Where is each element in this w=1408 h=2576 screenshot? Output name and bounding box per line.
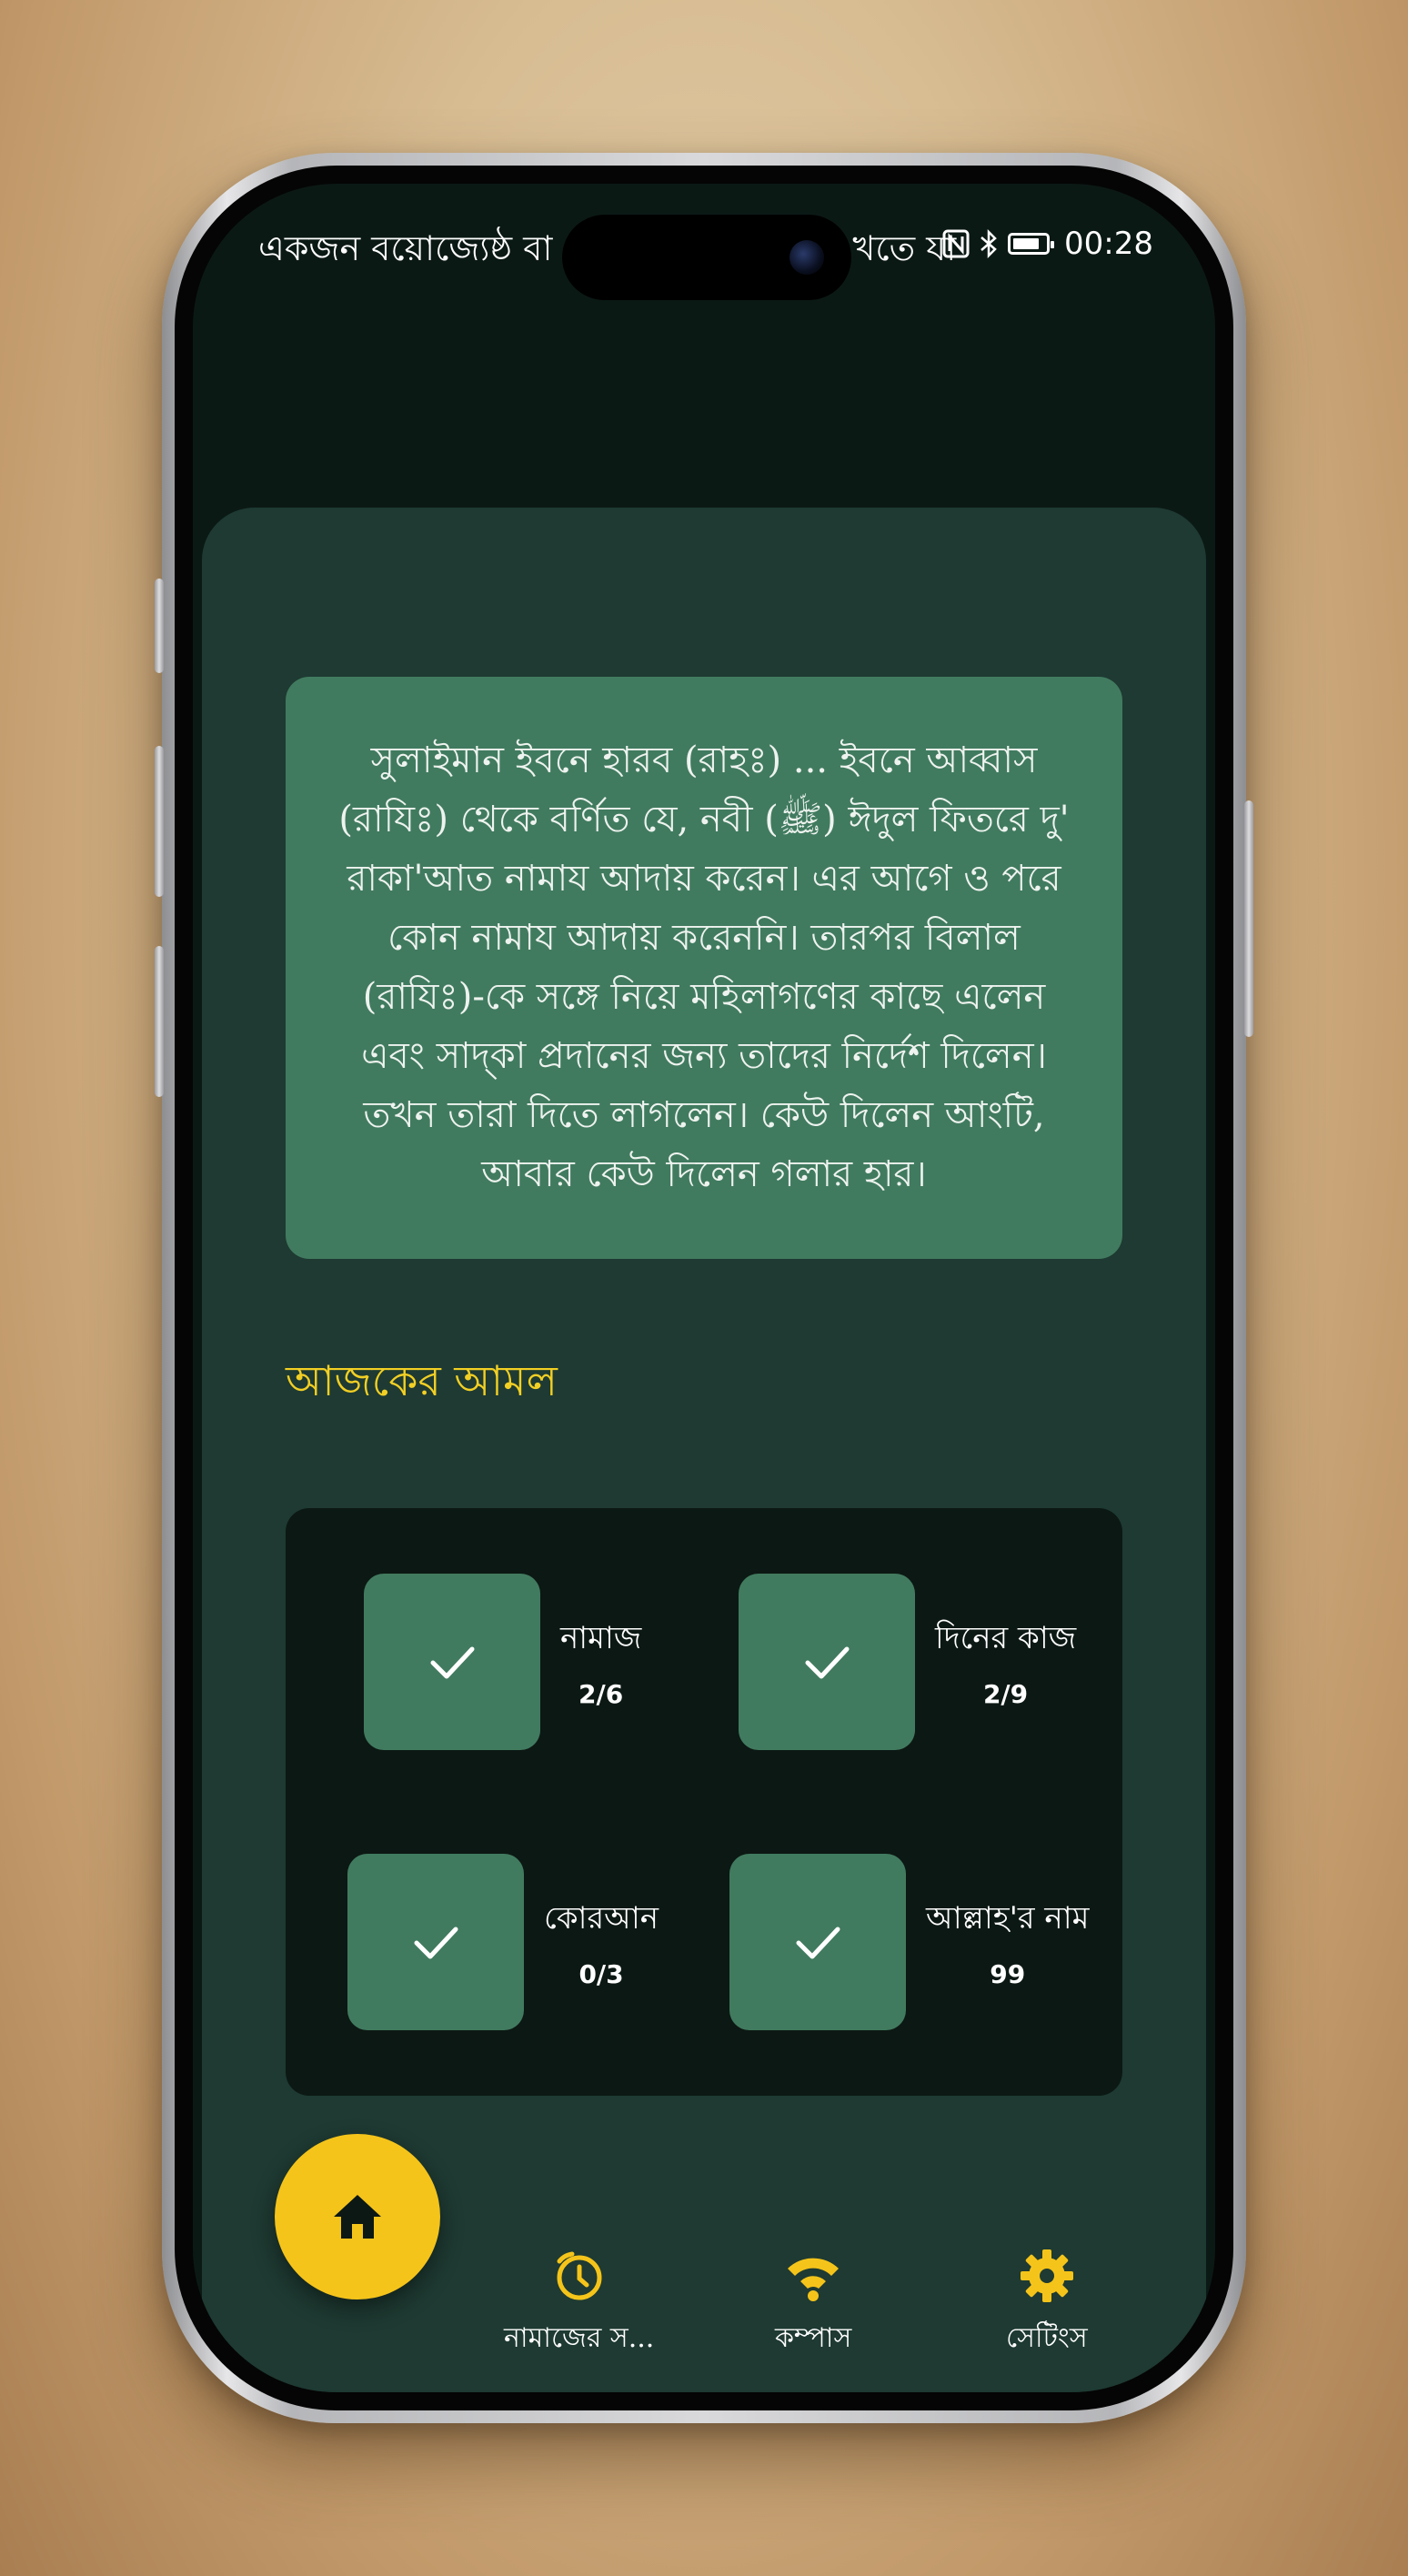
amal-text: দিনের কাজ 2/9 [935,1615,1076,1709]
check-icon [414,1927,458,1959]
gear-icon [1018,2247,1076,2305]
volume-up-button [155,746,164,897]
check-icon [796,1927,840,1959]
todays-amal-panel: নামাজ 2/6 দিনের কাজ 2/9 কোরআন 0/3 আল্লাহ… [286,1508,1122,2096]
action-button [155,579,164,673]
amal-check-box[interactable] [364,1574,540,1750]
section-title: আজকের আমল [286,1356,558,1405]
nav-label: সেটিংস [1006,2322,1088,2354]
nfc-icon [942,229,970,258]
status-time: 00:28 [1064,226,1153,262]
amal-label: দিনের কাজ [935,1620,1077,1656]
volume-down-button [155,946,164,1097]
amal-item-daily-tasks[interactable]: দিনের কাজ 2/9 [739,1574,1076,1750]
phone-screen: একজন বয়োজ্যেষ্ঠ বা খতে যা 00:28 সুলাইমান… [193,184,1215,2392]
amal-label: আল্লাহ'র নাম [926,1900,1090,1937]
nav-item-prayer-times[interactable]: নামাজের স... [504,2247,654,2362]
amal-count: 99 [990,1959,1026,1989]
ticker-tail: খতে যা [852,228,957,268]
amal-check-box[interactable] [347,1854,524,2030]
bluetooth-icon [981,229,997,258]
home-icon [334,2195,381,2239]
hadith-text: সুলাইমান ইবনে হারব (রাহঃ) ... ইবনে আব্বা… [338,740,1070,1195]
amal-label: নামাজ [560,1620,642,1656]
prayer-time-icon [550,2247,608,2305]
compass-icon [784,2247,842,2305]
power-button [1244,800,1253,1037]
home-button[interactable] [275,2134,440,2299]
amal-count: 2/9 [982,1679,1029,1709]
amal-text: আল্লাহ'র নাম 99 [926,1895,1089,1989]
nav-label: কম্পাস [775,2322,852,2354]
check-icon [805,1646,850,1679]
ticker-text: একজন বয়োজ্যেষ্ঠ বা [258,228,553,268]
amal-count: 2/6 [578,1679,624,1709]
nav-label: নামাজের স... [504,2322,655,2354]
amal-text: নামাজ 2/6 [560,1615,641,1709]
amal-check-box[interactable] [739,1574,915,1750]
amal-item-allah-names[interactable]: আল্লাহ'র নাম 99 [729,1854,1089,2030]
amal-item-namaz[interactable]: নামাজ 2/6 [364,1574,641,1750]
hadith-card: সুলাইমান ইবনে হারব (রাহঃ) ... ইবনে আব্বা… [286,677,1122,1259]
status-bar: একজন বয়োজ্যেষ্ঠ বা খতে যা 00:28 [193,184,1215,320]
amal-check-box[interactable] [729,1854,906,2030]
status-icons: 00:28 [942,226,1153,262]
amal-count: 0/3 [578,1959,624,1989]
amal-text: কোরআন 0/3 [544,1895,659,1989]
amal-label: কোরআন [544,1900,659,1937]
bottom-nav: নামাজের স... কম্পাস সেটিংস [193,2130,1215,2392]
nav-item-compass[interactable]: কম্পাস [775,2247,851,2362]
battery-icon [1008,233,1055,255]
amal-item-quran[interactable]: কোরআন 0/3 [347,1854,659,2030]
check-icon [430,1646,475,1679]
front-camera [789,240,824,275]
nav-item-settings[interactable]: সেটিংস [1006,2247,1088,2362]
